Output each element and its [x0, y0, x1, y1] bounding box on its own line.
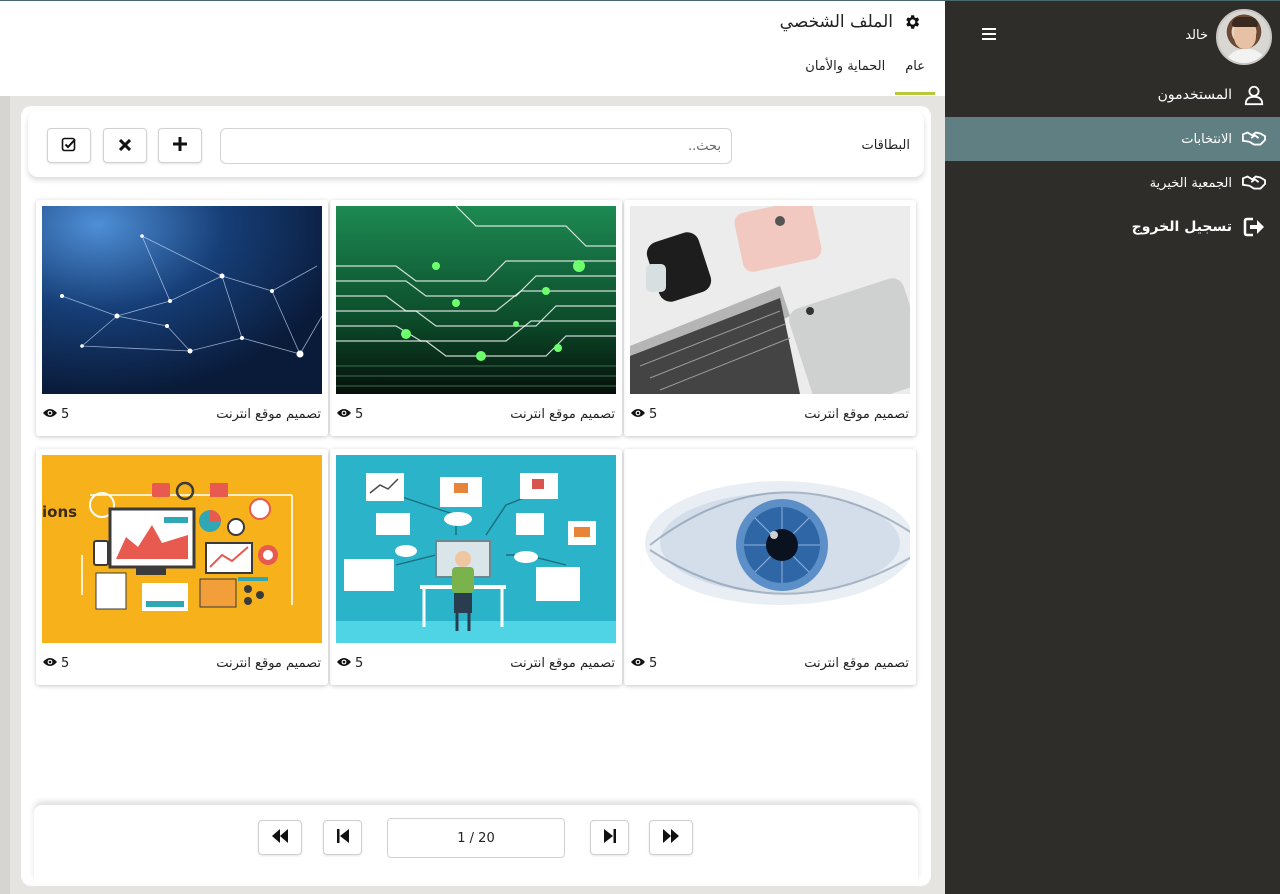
select-button[interactable]: [47, 128, 91, 163]
avatar[interactable]: [1216, 9, 1272, 65]
card-image-devices: [630, 206, 910, 394]
eye-icon: [631, 407, 645, 422]
card[interactable]: تصميم موقع انترنت 5: [624, 200, 916, 436]
user-name: خالد: [1185, 28, 1208, 43]
delete-button[interactable]: [103, 128, 147, 163]
user-icon: [1242, 83, 1266, 107]
views-count: 5: [355, 656, 364, 671]
page-title: الملف الشخصي: [779, 12, 893, 32]
sidebar: خالد المستخدمون الانتخابات الجمعية الخير…: [945, 0, 1280, 894]
double-chevron-left-icon: [272, 828, 288, 847]
sidebar-item-label: الانتخابات: [1181, 131, 1232, 147]
card-views: 5: [631, 407, 657, 422]
card[interactable]: ions تصميم موقع انترنت 5: [36, 449, 328, 685]
sidebar-item-logout[interactable]: تسجيل الخروج: [945, 205, 1280, 249]
sidebar-item-elections[interactable]: الانتخابات: [945, 117, 1280, 161]
top-header: الملف الشخصي عام الحماية والأمان: [0, 0, 945, 96]
handshake-icon: [1242, 171, 1266, 195]
card-image-network: [42, 206, 322, 394]
sidebar-item-charity[interactable]: الجمعية الخيرية: [945, 161, 1280, 205]
next-page-button[interactable]: [590, 820, 629, 855]
tab-general[interactable]: عام: [895, 53, 935, 95]
card[interactable]: تصميم موقع انترنت 5: [330, 449, 622, 685]
card-title: تصميم موقع انترنت: [216, 407, 321, 422]
card[interactable]: تصميم موقع انترنت 5: [36, 200, 328, 436]
eye-icon: [43, 656, 57, 671]
views-count: 5: [355, 407, 364, 422]
pagination-bar: 1 / 20: [34, 805, 918, 885]
gear-icon[interactable]: [903, 13, 921, 31]
search-input[interactable]: [220, 128, 732, 164]
card-views: 5: [337, 656, 363, 671]
first-page-button[interactable]: [258, 820, 302, 855]
views-count: 5: [61, 407, 70, 422]
page-indicator: 1 / 20: [387, 818, 565, 858]
card[interactable]: تصميم موقع انترنت 5: [330, 200, 622, 436]
plus-icon: [173, 136, 187, 155]
sidebar-nav: المستخدمون الانتخابات الجمعية الخيرية تس…: [945, 73, 1280, 249]
sidebar-item-label: تسجيل الخروج: [1131, 219, 1232, 235]
add-button[interactable]: [158, 128, 202, 163]
card-title: تصميم موقع انترنت: [804, 656, 909, 671]
card-image-analytics: ions: [42, 455, 322, 643]
eye-icon: [337, 656, 351, 671]
cards-toolbar: البطاقات: [28, 111, 924, 177]
left-strip: [0, 96, 10, 894]
eye-icon: [43, 407, 57, 422]
eye-icon: [631, 656, 645, 671]
card-image-developer: [336, 455, 616, 643]
content-panel: البطاقات بحث.. تصميم موقع انترنت 5 تصميم…: [21, 106, 931, 886]
logout-icon: [1242, 215, 1266, 239]
sidebar-item-label: المستخدمون: [1157, 87, 1232, 103]
card-image-circuit: [336, 206, 616, 394]
handshake-icon: [1242, 127, 1266, 151]
card[interactable]: تصميم موقع انترنت 5: [624, 449, 916, 685]
skip-forward-icon: [603, 828, 616, 847]
card-title: تصميم موقع انترنت: [804, 407, 909, 422]
card-title: تصميم موقع انترنت: [510, 407, 615, 422]
views-count: 5: [649, 656, 658, 671]
card-views: 5: [43, 656, 69, 671]
card-title: تصميم موقع انترنت: [216, 656, 321, 671]
svg-text:ions: ions: [42, 503, 77, 521]
sidebar-item-users[interactable]: المستخدمون: [945, 73, 1280, 117]
views-count: 5: [649, 407, 658, 422]
card-views: 5: [337, 407, 363, 422]
sidebar-item-label: الجمعية الخيرية: [1149, 175, 1232, 191]
skip-back-icon: [336, 828, 349, 847]
checkbox-icon: [61, 136, 77, 156]
close-icon: [118, 136, 132, 155]
main-area: البطاقات بحث.. تصميم موقع انترنت 5 تصميم…: [0, 96, 945, 894]
double-chevron-right-icon: [663, 828, 679, 847]
card-image-eye: [630, 455, 910, 643]
menu-icon[interactable]: [982, 28, 996, 40]
card-views: 5: [631, 656, 657, 671]
user-profile: خالد: [952, 9, 1272, 65]
views-count: 5: [61, 656, 70, 671]
eye-icon: [337, 407, 351, 422]
profile-tabs: عام الحماية والأمان: [795, 53, 935, 95]
toolbar-title: البطاقات: [861, 138, 910, 153]
card-views: 5: [43, 407, 69, 422]
card-title: تصميم موقع انترنت: [510, 656, 615, 671]
last-page-button[interactable]: [649, 820, 693, 855]
previous-page-button[interactable]: [323, 820, 362, 855]
tab-security[interactable]: الحماية والأمان: [795, 53, 895, 95]
